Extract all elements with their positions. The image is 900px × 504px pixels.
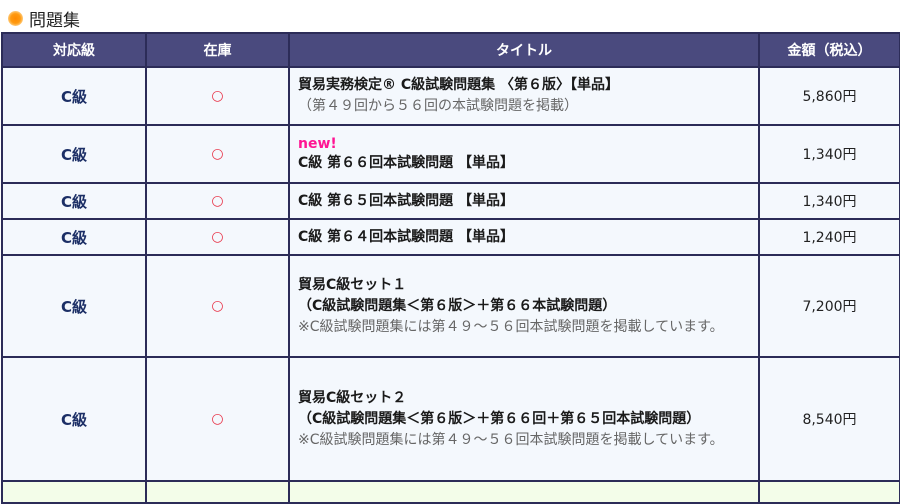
product-note: ※C級試験問題集には第４９～５６回本試験問題を掲載しています。 xyxy=(298,431,724,448)
grade-cell: C級 xyxy=(1,124,147,184)
product-title[interactable]: （C級試験問題集＜第６版＞＋第６６回＋第６５回本試験問題） xyxy=(298,409,750,430)
title-cell: 貿易C級セット１ （C級試験問題集＜第６版＞＋第６６本試験問題） ※C級試験問題集に… xyxy=(288,254,760,358)
title-cell: C級 第６５回本試験問題 【単品】 xyxy=(288,182,760,220)
table-row: C級 ○ new! C級 第６６回本試験問題 【単品】 1,340円 xyxy=(1,124,900,184)
table-row: C級 ○ 貿易実務検定® C級試験問題集 〈第６版〉【単品】 （第４９回から５６回の本… xyxy=(1,66,900,126)
product-title[interactable]: C級 第６４回本試験問題 【単品】 xyxy=(298,227,750,248)
table-header-row: 対応級 在庫 タイトル 金額（税込） xyxy=(1,32,900,68)
table-row: C級 ○ C級 第６４回本試験問題 【単品】 1,240円 xyxy=(1,218,900,256)
grade-cell: C級 xyxy=(1,218,147,256)
title-cell: 貿易実務検定® C級試験問題集 〈第６版〉【単品】 （第４９回から５６回の本試験問… xyxy=(288,66,760,126)
header-grade: 対応級 xyxy=(1,32,147,68)
product-title[interactable]: C級 第６６回本試験問題 【単品】 xyxy=(298,153,750,174)
grade-cell: C級 xyxy=(1,182,147,220)
header-price: 金額（税込） xyxy=(758,32,900,68)
table-row: C級 ○ 貿易C級セット１ （C級試験問題集＜第６版＞＋第６６本試験問題） ※C級試験問… xyxy=(1,254,900,358)
stock-status-cell: ○ xyxy=(145,124,290,184)
table-row: C級 ○ C級 第６５回本試験問題 【単品】 1,340円 xyxy=(1,182,900,220)
grade-cell: C級 xyxy=(1,66,147,126)
stock-status-cell: ○ xyxy=(145,182,290,220)
product-title[interactable]: （C級試験問題集＜第６版＞＋第６６本試験問題） xyxy=(298,296,750,317)
grade-cell: C級 xyxy=(1,356,147,482)
price-cell: 7,200円 xyxy=(758,254,900,358)
table-row: C級 ○ 貿易C級セット２ （C級試験問題集＜第６版＞＋第６６回＋第６５回本試験問題）… xyxy=(1,356,900,482)
section-title: 問題集 xyxy=(29,10,80,31)
stock-status-cell: ○ xyxy=(145,218,290,256)
product-title[interactable]: C級 第６５回本試験問題 【単品】 xyxy=(298,191,750,212)
stock-status-cell: ○ xyxy=(145,66,290,126)
title-cell: new! C級 第６６回本試験問題 【単品】 xyxy=(288,124,760,184)
section-header: 問題集 xyxy=(8,6,80,31)
header-title: タイトル xyxy=(288,32,760,68)
product-title[interactable]: 貿易C級セット２ xyxy=(298,388,750,409)
product-title[interactable]: 貿易C級セット１ xyxy=(298,275,750,296)
price-cell: 8,540円 xyxy=(758,356,900,482)
title-cell: C級 第６４回本試験問題 【単品】 xyxy=(288,218,760,256)
grade-cell: C級 xyxy=(1,254,147,358)
price-cell: 5,860円 xyxy=(758,66,900,126)
price-cell: 1,340円 xyxy=(758,182,900,220)
stock-status-cell: ○ xyxy=(145,254,290,358)
product-table: 対応級 在庫 タイトル 金額（税込） C級 ○ 貿易実務検定® C級試験問題集 〈第… xyxy=(1,32,900,504)
header-stock: 在庫 xyxy=(145,32,290,68)
price-cell: 1,240円 xyxy=(758,218,900,256)
product-note: （第４９回から５６回の本試験問題を掲載） xyxy=(298,98,578,114)
product-note: ※C級試験問題集には第４９～５６回本試験問題を掲載しています。 xyxy=(298,318,724,335)
orange-circle-bullet-icon xyxy=(8,10,23,26)
new-badge: new! xyxy=(298,135,337,152)
price-cell: 1,340円 xyxy=(758,124,900,184)
product-title[interactable]: 貿易実務検定® C級試験問題集 〈第６版〉【単品】 xyxy=(298,75,750,96)
stock-status-cell: ○ xyxy=(145,356,290,482)
title-cell: 貿易C級セット２ （C級試験問題集＜第６版＞＋第６６回＋第６５回本試験問題） ※C級… xyxy=(288,356,760,482)
